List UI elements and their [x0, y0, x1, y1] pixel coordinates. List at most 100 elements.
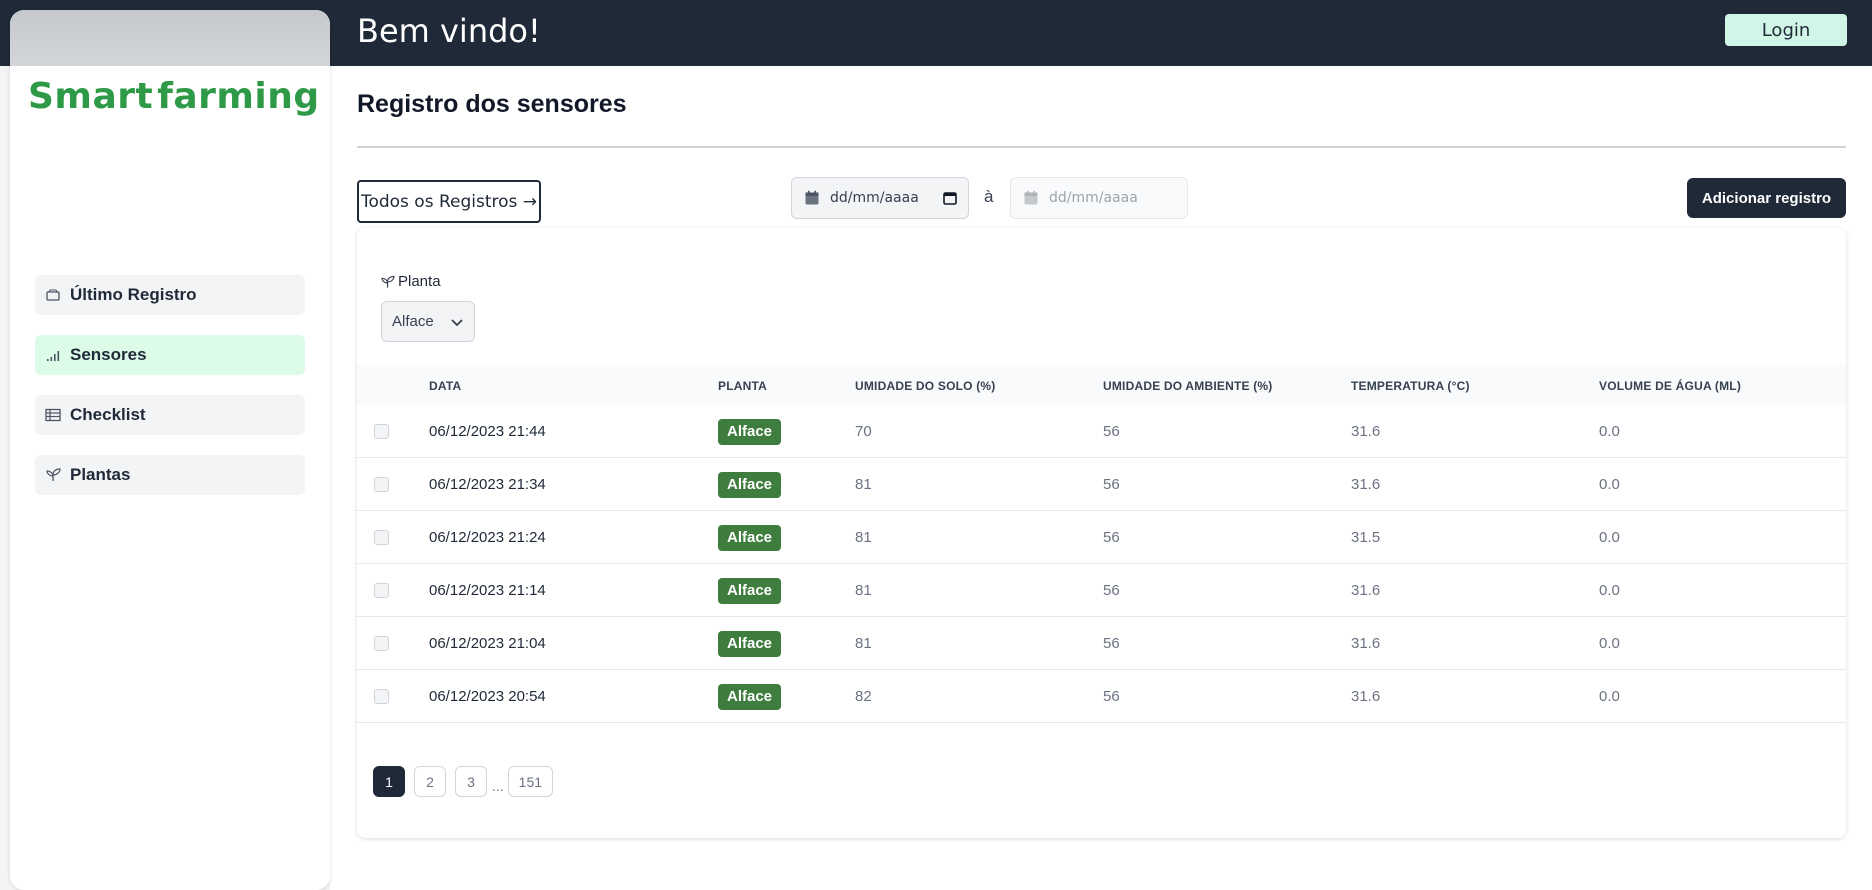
logo-text-smart: Smart	[28, 75, 154, 117]
column-header-umidade-solo: UMIDADE DO SOLO (%)	[855, 379, 996, 393]
row-water-volume: 0.0	[1599, 688, 1620, 705]
column-header-data: DATA	[429, 379, 462, 393]
table-icon	[45, 407, 61, 423]
row-water-volume: 0.0	[1599, 635, 1620, 652]
table-row: 06/12/2023 21:34 Alface 81 56 31.6 0.0	[357, 458, 1846, 511]
table-row: 06/12/2023 21:14 Alface 81 56 31.6 0.0	[357, 564, 1846, 617]
row-ambient-humidity: 56	[1103, 476, 1120, 493]
sidebar-nav: Último Registro Sensores Checklist Plant…	[35, 275, 305, 515]
table-row: 06/12/2023 21:24 Alface 81 56 31.5 0.0	[357, 511, 1846, 564]
logo-text-farming: farming	[157, 75, 320, 117]
plant-select[interactable]: Alface	[381, 301, 475, 342]
row-ambient-humidity: 56	[1103, 635, 1120, 652]
row-ambient-humidity: 56	[1103, 582, 1120, 599]
row-checkbox[interactable]	[374, 424, 389, 439]
page-button-2[interactable]: 2	[414, 766, 446, 797]
page-title: Registro dos sensores	[357, 90, 627, 118]
row-temperature: 31.6	[1351, 476, 1381, 493]
date-from-placeholder: dd/mm/aaaa	[830, 190, 919, 206]
sidebar-item-label: Plantas	[70, 465, 131, 484]
row-temperature: 31.5	[1351, 529, 1381, 546]
row-checkbox[interactable]	[374, 583, 389, 598]
sidebar-item-plantas[interactable]: Plantas	[35, 455, 305, 495]
row-soil-humidity: 82	[855, 688, 872, 705]
plant-badge: Alface	[718, 578, 782, 604]
sidebar-item-checklist[interactable]: Checklist	[35, 395, 305, 435]
row-temperature: 31.6	[1351, 423, 1381, 440]
plant-badge: Alface	[718, 684, 782, 710]
sidebar-item-ultimo-registro[interactable]: Último Registro	[35, 275, 305, 315]
row-ambient-humidity: 56	[1103, 688, 1120, 705]
row-checkbox[interactable]	[374, 689, 389, 704]
pagination: 1 2 3 ... 151	[373, 766, 562, 797]
date-separator: à	[984, 187, 994, 206]
sidebar-item-label: Sensores	[70, 345, 147, 364]
row-ambient-humidity: 56	[1103, 529, 1120, 546]
row-soil-humidity: 81	[855, 476, 872, 493]
page-button-3[interactable]: 3	[455, 766, 487, 797]
page-button-1[interactable]: 1	[373, 766, 405, 797]
row-date: 06/12/2023 21:24	[429, 529, 546, 546]
calendar-picker-icon[interactable]	[942, 190, 958, 206]
row-water-volume: 0.0	[1599, 582, 1620, 599]
table-header: DATA PLANTA UMIDADE DO SOLO (%) UMIDADE …	[357, 365, 1846, 405]
row-date: 06/12/2023 21:44	[429, 423, 546, 440]
row-temperature: 31.6	[1351, 688, 1381, 705]
column-header-volume-agua: VOLUME DE ÁGUA (ML)	[1599, 379, 1742, 393]
column-header-planta: PLANTA	[718, 379, 767, 393]
sidebar: Smart farming Último Registro Sensores C…	[10, 10, 330, 890]
row-date: 06/12/2023 21:14	[429, 582, 546, 599]
row-soil-humidity: 70	[855, 423, 872, 440]
row-soil-humidity: 81	[855, 635, 872, 652]
column-header-temperatura: TEMPERATURA (°C)	[1351, 379, 1470, 393]
smart-farming-logo: Smart farming	[28, 68, 320, 124]
plant-badge: Alface	[718, 419, 782, 445]
page-button-last[interactable]: 151	[507, 766, 554, 797]
sidebar-header	[10, 10, 330, 66]
plant-badge: Alface	[718, 631, 782, 657]
welcome-title: Bem vindo!	[357, 12, 541, 50]
table-row: 06/12/2023 20:54 Alface 82 56 31.6 0.0	[357, 670, 1846, 723]
row-temperature: 31.6	[1351, 635, 1381, 652]
row-date: 06/12/2023 21:34	[429, 476, 546, 493]
row-date: 06/12/2023 21:04	[429, 635, 546, 652]
date-from-input[interactable]: dd/mm/aaaa	[791, 177, 969, 219]
all-records-button[interactable]: Todos os Registros →	[357, 180, 541, 223]
row-checkbox[interactable]	[374, 636, 389, 651]
pagination-ellipsis: ...	[492, 777, 504, 794]
row-soil-humidity: 81	[855, 529, 872, 546]
sprout-icon	[381, 275, 395, 288]
row-checkbox[interactable]	[374, 477, 389, 492]
title-divider	[357, 146, 1846, 148]
sprout-icon	[45, 467, 61, 483]
plant-badge: Alface	[718, 525, 782, 551]
signal-bars-icon	[45, 347, 61, 363]
sidebar-item-label: Último Registro	[70, 285, 197, 304]
row-checkbox[interactable]	[374, 530, 389, 545]
plant-filter-label: Planta	[381, 273, 441, 290]
calendar-icon	[805, 190, 819, 205]
row-ambient-humidity: 56	[1103, 423, 1120, 440]
plant-filter-label-text: Planta	[398, 273, 441, 290]
column-header-umidade-ambiente: UMIDADE DO AMBIENTE (%)	[1103, 379, 1273, 393]
records-card: Planta Alface DATA PLANTA UMIDADE DO SOL…	[357, 228, 1846, 838]
sidebar-item-label: Checklist	[70, 405, 146, 424]
sidebar-item-sensores[interactable]: Sensores	[35, 335, 305, 375]
row-date: 06/12/2023 20:54	[429, 688, 546, 705]
calendar-icon	[1024, 190, 1038, 205]
row-temperature: 31.6	[1351, 582, 1381, 599]
table-row: 06/12/2023 21:04 Alface 81 56 31.6 0.0	[357, 617, 1846, 670]
date-to-placeholder: dd/mm/aaaa	[1049, 190, 1138, 206]
plant-select-value: Alface	[392, 313, 434, 330]
card-icon	[45, 287, 61, 303]
plant-badge: Alface	[718, 472, 782, 498]
table-row: 06/12/2023 21:44 Alface 70 56 31.6 0.0	[357, 405, 1846, 458]
row-water-volume: 0.0	[1599, 529, 1620, 546]
row-water-volume: 0.0	[1599, 476, 1620, 493]
login-button[interactable]: Login	[1725, 14, 1847, 46]
date-to-input[interactable]: dd/mm/aaaa	[1010, 177, 1188, 219]
chevron-down-icon	[451, 319, 463, 327]
row-soil-humidity: 81	[855, 582, 872, 599]
row-water-volume: 0.0	[1599, 423, 1620, 440]
add-record-button[interactable]: Adicionar registro	[1687, 178, 1846, 218]
